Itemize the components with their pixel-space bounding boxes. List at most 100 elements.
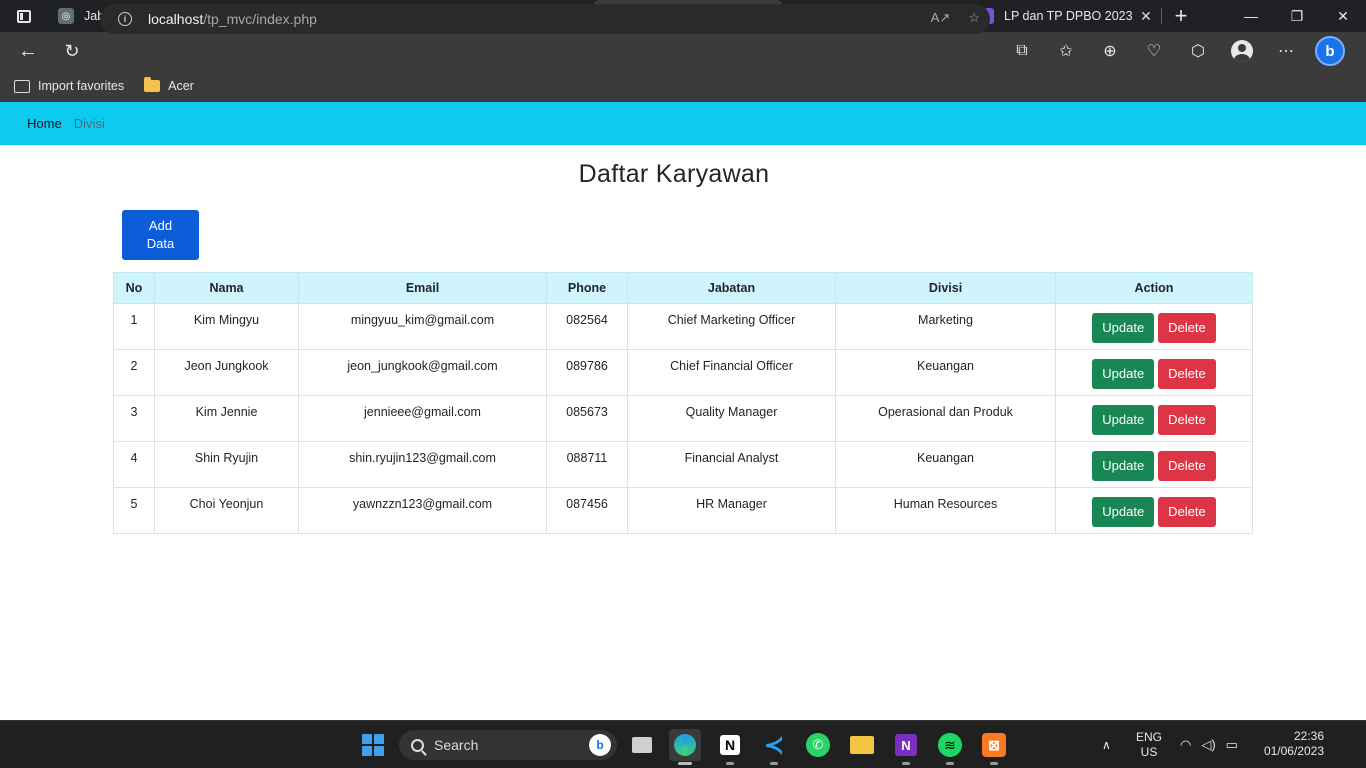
bing-icon: b <box>589 734 611 756</box>
onenote-icon[interactable]: N <box>890 729 922 765</box>
bing-chat-icon[interactable]: b <box>1308 32 1352 70</box>
browser-essentials-icon[interactable]: ♡ <box>1132 32 1176 70</box>
cell-no: 2 <box>113 349 155 396</box>
lang-line1: ENG <box>1136 730 1163 744</box>
table-row: 3 Kim Jennie jennieee@gmail.com 085673 Quali… <box>113 395 1253 442</box>
favorite-import[interactable]: Import favorites <box>14 79 124 93</box>
update-button[interactable]: Update <box>1092 451 1155 481</box>
window-controls: — ❐ ✕ <box>1228 0 1366 32</box>
favorite-import-label: Import favorites <box>38 79 125 93</box>
cell-jabatan: HR Manager <box>627 487 836 534</box>
cell-action: Update Delete <box>1055 303 1253 350</box>
taskbar-search[interactable]: Search b <box>399 730 617 760</box>
delete-button[interactable]: Delete <box>1158 405 1216 435</box>
cell-jabatan: Financial Analyst <box>627 441 836 488</box>
column-header: Jabatan <box>627 272 836 304</box>
cell-phone: 087456 <box>546 487 628 534</box>
site-navbar: Home Divisi <box>0 102 1366 145</box>
site-info-icon[interactable]: i <box>118 12 132 26</box>
edge-icon[interactable] <box>669 729 701 765</box>
nav-divisi-link[interactable]: Divisi <box>74 116 105 131</box>
system-tray[interactable]: ◠ ◁) ▭ <box>1180 721 1238 768</box>
table-row: 4 Shin Ryujin shin.ryujin123@gmail.com 0887… <box>113 441 1253 488</box>
cell-nama: Jeon Jungkook <box>154 349 299 396</box>
update-button[interactable]: Update <box>1092 405 1155 435</box>
task-view-icon[interactable] <box>626 729 658 761</box>
table-header-row: No Nama Email Phone Jabatan Divisi Actio… <box>113 272 1253 304</box>
vscode-icon[interactable]: ≺ <box>758 729 790 765</box>
cell-no: 5 <box>113 487 155 534</box>
url-path: /tp_mvc/index.php <box>203 11 317 27</box>
favorite-acer-label: Acer <box>168 79 194 93</box>
delete-button[interactable]: Delete <box>1158 313 1216 343</box>
tab-label: LP dan TP DPBO 2023 <box>1004 9 1132 23</box>
settings-more-icon[interactable]: ⋯ <box>1264 32 1308 70</box>
show-hidden-icons[interactable]: ∧ <box>1102 721 1111 768</box>
cell-jabatan: Chief Marketing Officer <box>627 303 836 350</box>
delete-button[interactable]: Delete <box>1158 359 1216 389</box>
clock-date: 01/06/2023 <box>1263 744 1324 758</box>
minimize-icon[interactable]: — <box>1228 0 1274 32</box>
cell-email: yawnzzn123@gmail.com <box>298 487 547 534</box>
employee-table: No Nama Email Phone Jabatan Divisi Actio… <box>113 272 1253 534</box>
tab-close-icon[interactable]: ✕ <box>1138 8 1154 25</box>
whatsapp-icon[interactable]: ✆ <box>802 729 834 761</box>
cell-no: 3 <box>113 395 155 442</box>
url-field[interactable]: i localhost/tp_mvc/index.php A↗ ☆ <box>100 4 990 34</box>
cell-nama: Kim Mingyu <box>154 303 299 350</box>
browser-tab[interactable]: ≡LP dan TP DPBO 2023✕ <box>968 0 1162 32</box>
restore-icon[interactable]: ❐ <box>1274 0 1320 32</box>
cell-divisi: Keuangan <box>835 441 1056 488</box>
cell-action: Update Delete <box>1055 487 1253 534</box>
cell-divisi: Marketing <box>835 303 1056 350</box>
add-data-button[interactable]: Add Data <box>122 210 199 260</box>
tab-actions-icon[interactable] <box>0 0 48 32</box>
cell-nama: Kim Jennie <box>154 395 299 442</box>
xampp-icon[interactable]: ⊠ <box>978 729 1010 765</box>
refresh-icon[interactable]: ↻ <box>50 32 94 70</box>
favorites-icon[interactable]: ✩ <box>1044 32 1088 70</box>
nav-home-link[interactable]: Home <box>27 116 62 131</box>
start-icon[interactable] <box>357 729 389 761</box>
column-header: Phone <box>546 272 628 304</box>
performance-icon[interactable]: ⬡ <box>1176 32 1220 70</box>
delete-button[interactable]: Delete <box>1158 497 1216 527</box>
add-favorite-icon[interactable]: ☆ <box>968 10 980 26</box>
clock[interactable]: 22:36 01/06/2023 <box>1258 729 1324 759</box>
update-button[interactable]: Update <box>1092 313 1155 343</box>
cell-email: jennieee@gmail.com <box>298 395 547 442</box>
cell-phone: 085673 <box>546 395 628 442</box>
cell-jabatan: Quality Manager <box>627 395 836 442</box>
spotify-icon[interactable]: ≋ <box>934 729 966 765</box>
battery-icon: ▭ <box>1225 737 1238 752</box>
extensions-icon[interactable]: ⧉ <box>1000 32 1044 70</box>
search-icon <box>411 738 424 752</box>
wifi-icon: ◠ <box>1180 737 1192 752</box>
close-window-icon[interactable]: ✕ <box>1320 0 1366 32</box>
table-row: 5 Choi Yeonjun yawnzzn123@gmail.com 087456 H… <box>113 487 1253 534</box>
column-header: Divisi <box>835 272 1056 304</box>
collections-icon[interactable]: ⊕ <box>1088 32 1132 70</box>
new-tab-button[interactable]: + <box>1162 0 1200 32</box>
delete-button[interactable]: Delete <box>1158 451 1216 481</box>
column-header: No <box>113 272 155 304</box>
cell-email: mingyuu_kim@gmail.com <box>298 303 547 350</box>
page-title: Daftar Karyawan <box>578 160 770 188</box>
url-host: localhost <box>148 11 204 27</box>
favorites-bar: Import favorites Acer <box>0 70 1366 102</box>
cell-no: 4 <box>113 441 155 488</box>
file-explorer-icon[interactable] <box>846 729 878 761</box>
notion-icon[interactable]: N <box>714 729 746 765</box>
lang-line2: US <box>1140 745 1158 759</box>
column-header: Email <box>298 272 547 304</box>
cell-action: Update Delete <box>1055 441 1253 488</box>
read-aloud-icon[interactable]: A↗ <box>931 10 951 26</box>
update-button[interactable]: Update <box>1092 497 1155 527</box>
favorite-acer[interactable]: Acer <box>144 77 194 93</box>
back-icon[interactable]: ← <box>6 32 50 70</box>
cell-divisi: Human Resources <box>835 487 1056 534</box>
language-indicator[interactable]: ENG US <box>1136 730 1162 760</box>
update-button[interactable]: Update <box>1092 359 1155 389</box>
tab-favicon-icon: ◎ <box>58 8 74 24</box>
profile-icon[interactable] <box>1220 32 1264 70</box>
